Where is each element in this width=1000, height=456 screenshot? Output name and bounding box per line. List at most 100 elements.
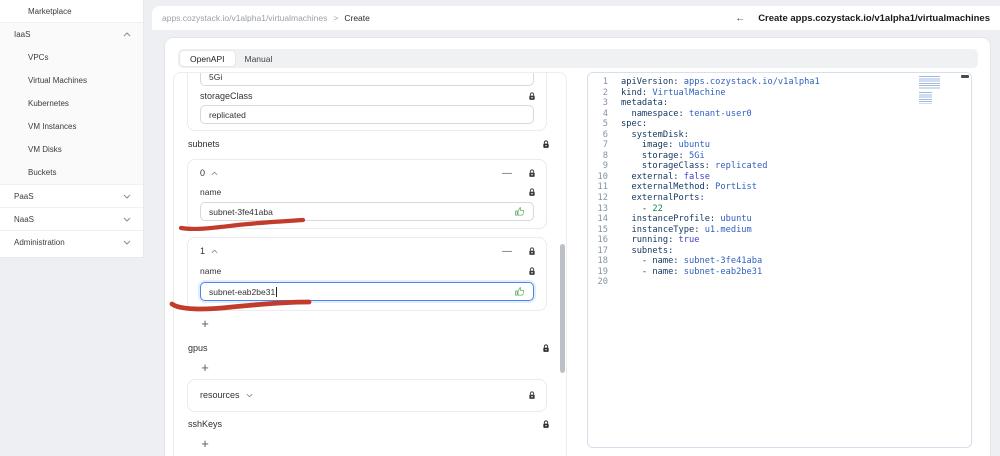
editor-line: 16 running: true [588,235,971,246]
editor-line: 20 [588,277,971,288]
line-number: 7 [602,140,608,151]
line-number: 4 [602,108,608,119]
editor-line: 11 externalMethod: PortList [588,182,971,193]
sidebar-item-vm-disks[interactable]: VM Disks [0,138,143,161]
gpus-label-row: gpus [188,343,550,353]
storageclass-input[interactable]: replicated [200,105,534,124]
yaml-editor[interactable]: 1 apiVersion: apps.cozystack.io/v1alpha1 2… [587,72,972,448]
storageclass-label-row: storageClass [200,91,536,101]
line-number: 15 [597,224,608,235]
tab-openapi[interactable]: OpenAPI [180,51,235,66]
sidebar-item-buckets[interactable]: Buckets [0,161,143,184]
minimap-slider[interactable] [961,75,969,78]
add-sshkey-button[interactable]: + [198,437,212,451]
sidebar-group-iaas: IaaS VPCs Virtual Machines Kubernetes VM… [0,23,143,185]
input-value-group: subnet-eab2be31 [209,286,278,297]
line-number: 12 [597,193,608,204]
gpus-label: gpus [188,343,208,353]
back-arrow-icon[interactable]: ← [735,13,745,24]
subnet-card-0: 0 — name subnet-3fe41aba [187,159,547,229]
thumbs-up-icon [514,206,525,217]
line-content [608,277,621,288]
create-resource-panel: OpenAPI Manual 5Gi storageClass replicat… [165,38,990,456]
lock-icon[interactable] [528,267,536,276]
sidebar-item-label: VM Disks [28,145,62,154]
name-label-row: name [200,266,536,276]
sidebar-item-vm-instances[interactable]: VM Instances [0,115,143,138]
editor-line: 18 - name: subnet-3fe41aba [588,256,971,267]
sshkeys-label-row: sshKeys [188,419,550,429]
subnets-label: subnets [188,139,220,149]
sidebar-item-administration[interactable]: Administration [0,231,143,254]
line-content: instanceProfile: ubuntu [631,214,752,225]
sshkeys-label: sshKeys [188,419,223,429]
breadcrumb-path[interactable]: apps.cozystack.io/v1alpha1/virtualmachin… [162,13,327,23]
line-number: 11 [597,182,608,193]
subnet-card-1: 1 — name subnet-eab2be31 [187,237,547,311]
line-number: 13 [597,203,608,214]
breadcrumb-current: Create [344,13,370,23]
chevron-down-icon [246,393,253,398]
sidebar-item-naas[interactable]: NaaS [0,208,143,231]
lock-icon[interactable] [528,169,536,178]
sidebar-item-virtual-machines[interactable]: Virtual Machines [0,69,143,92]
sidebar-item-label: PaaS [14,191,34,201]
subnet-card-0-header[interactable]: 0 — [200,166,536,180]
subnet-card-1-header[interactable]: 1 — [200,244,536,258]
sidebar-item-label: Buckets [28,168,57,177]
line-number: 16 [597,235,608,246]
lock-icon[interactable] [528,391,536,400]
lock-icon[interactable] [542,420,550,429]
editor-mode-tabs: OpenAPI Manual [178,49,978,68]
form-scrollbar-thumb[interactable] [560,244,565,373]
sidebar-item-vpcs[interactable]: VPCs [0,46,143,69]
line-content: - name: subnet-eab2be31 [641,266,763,277]
lock-icon[interactable] [542,140,550,149]
editor-line: 8 storage: 5Gi [588,151,971,162]
line-number: 3 [602,98,608,109]
input-value: subnet-eab2be31 [209,286,276,297]
systemdisk-card: 5Gi storageClass replicated [187,73,547,131]
add-subnet-button[interactable]: + [198,317,212,331]
line-content: external: false [631,171,710,182]
sidebar-item-kubernetes[interactable]: Kubernetes [0,92,143,115]
resources-header[interactable]: resources [200,390,536,400]
subnet-name-input-1[interactable]: subnet-eab2be31 [200,282,534,301]
lock-icon[interactable] [542,344,550,353]
sidebar-item-paas[interactable]: PaaS [0,185,143,208]
lock-icon[interactable] [528,247,536,256]
editor-line: 15 instanceType: u1.medium [588,225,971,236]
lock-icon[interactable] [528,188,536,197]
storage-input[interactable]: 5Gi [200,73,534,86]
sidebar-item-iaas[interactable]: IaaS [0,23,143,46]
line-content: metadata: [621,98,669,109]
name-label: name [200,266,222,276]
input-value: replicated [209,109,246,120]
line-number: 19 [597,266,608,277]
remove-item-button[interactable]: — [502,246,512,257]
chevron-up-icon [123,32,131,37]
line-content: storage: 5Gi [641,150,705,161]
minimap[interactable] [919,76,940,104]
name-label: name [200,187,222,197]
tab-label: Manual [244,53,273,64]
input-value: subnet-3fe41aba [209,206,273,217]
editor-line: 14 instanceProfile: ubuntu [588,214,971,225]
sidebar-item-label: Administration [14,238,65,247]
header-right: ← Create apps.cozystack.io/v1alpha1/virt… [735,13,990,24]
subnet-name-input-0[interactable]: subnet-3fe41aba [200,202,534,221]
resources-card: resources [187,379,547,412]
sidebar-item-marketplace[interactable]: Marketplace [0,0,143,23]
editor-line: 4 namespace: tenant-user0 [588,109,971,120]
lock-icon[interactable] [528,92,536,101]
editor-line: 2 kind: VirtualMachine [588,88,971,99]
remove-item-button[interactable]: — [502,168,512,179]
add-gpu-button[interactable]: + [198,361,212,375]
storageclass-label: storageClass [200,91,253,101]
breadcrumb-separator: > [333,13,339,23]
editor-line: 17 subnets: [588,246,971,257]
line-number: 18 [597,256,608,267]
chevron-down-icon [123,194,131,199]
tab-manual[interactable]: Manual [235,51,283,66]
text-cursor [276,286,278,297]
